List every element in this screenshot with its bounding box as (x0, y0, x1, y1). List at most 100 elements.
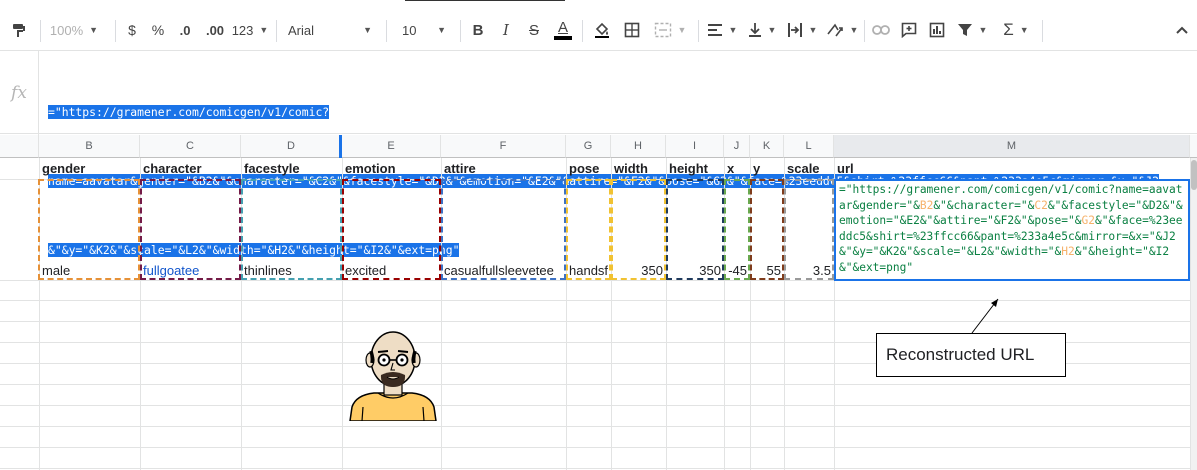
column-header-b[interactable]: B (39, 135, 140, 158)
bold-button[interactable]: B (468, 10, 488, 50)
column-header-l[interactable]: L (784, 135, 834, 158)
formula-bar-divider (38, 51, 39, 135)
header-cell-y[interactable]: y (750, 158, 784, 179)
header-cell-x[interactable]: x (724, 158, 750, 179)
functions-button[interactable]: Σ ▼ (998, 10, 1034, 50)
text-wrapping-icon[interactable]: ▼ (784, 10, 820, 50)
toolbar-divider (40, 20, 41, 42)
strikethrough-button[interactable]: S (524, 10, 544, 50)
sigma-icon: Σ (1003, 20, 1014, 39)
chevron-down-icon: ▼ (728, 25, 738, 35)
header-cell-gender[interactable]: gender (39, 158, 140, 179)
insert-chart-icon[interactable] (926, 10, 948, 50)
font-family-select[interactable]: Arial ▼ (284, 10, 376, 50)
column-header-f[interactable]: F (441, 135, 566, 158)
scrollbar-thumb[interactable] (1191, 160, 1197, 190)
cell-gender[interactable]: male (39, 262, 140, 279)
toolbar-divider (698, 20, 699, 42)
header-cell-width[interactable]: width (611, 158, 666, 179)
grid-line (0, 300, 1190, 301)
filter-icon[interactable]: ▼ (954, 10, 990, 50)
column-header-d[interactable]: D (241, 135, 342, 158)
formula-bar: fx ="https://gramener.com/comicgen/v1/co… (0, 50, 1197, 257)
borders-icon[interactable] (620, 10, 644, 50)
font-size-select[interactable]: 10 ▼ (394, 10, 454, 50)
header-cell-height[interactable]: height (666, 158, 724, 179)
grid-line (0, 468, 1190, 469)
cell-y[interactable]: 55 (750, 262, 784, 279)
grid-line (0, 426, 1190, 427)
column-header-m[interactable]: M (834, 135, 1190, 158)
cell-width[interactable]: 350 (611, 262, 666, 279)
paint-format-icon[interactable] (5, 10, 33, 50)
column-header-i[interactable]: I (666, 135, 724, 158)
toolbar-divider (460, 20, 461, 42)
formula-line-text: ="https://gramener.com/comicgen/v1/comic… (48, 105, 330, 119)
chevron-down-icon: ▼ (1019, 25, 1029, 35)
column-header-a[interactable] (0, 135, 39, 158)
header-cell-emotion[interactable]: emotion (342, 158, 441, 179)
comic-avatar-image[interactable] (348, 327, 438, 421)
grid-line (0, 384, 1190, 385)
vertical-scrollbar[interactable] (1190, 158, 1197, 470)
header-cell-url[interactable]: url (834, 158, 1190, 179)
more-formats-select[interactable]: 123 ▼ (231, 10, 269, 50)
insert-link-icon[interactable] (870, 10, 892, 50)
currency-button[interactable]: $ (122, 10, 142, 50)
collapse-toolbar-icon[interactable] (1172, 10, 1192, 50)
header-cell-pose[interactable]: pose (566, 158, 611, 179)
toolbar-divider (1042, 20, 1043, 42)
text-color-button[interactable]: A (552, 10, 574, 50)
percent-button[interactable]: % (148, 10, 168, 50)
header-cell-character[interactable]: character (140, 158, 241, 179)
column-header-h[interactable]: H (611, 135, 666, 158)
vertical-align-icon[interactable]: ▼ (744, 10, 780, 50)
column-header-k[interactable]: K (750, 135, 784, 158)
insert-comment-icon[interactable] (898, 10, 920, 50)
cell-facestyle[interactable]: thinlines (241, 262, 342, 279)
column-header-filler (1190, 135, 1197, 158)
header-cell-scale[interactable]: scale (784, 158, 834, 179)
column-header-e[interactable]: E (342, 135, 441, 158)
toolbar-divider (386, 20, 387, 42)
formula-ref-h2: H2 (1061, 245, 1075, 259)
column-header-c[interactable]: C (140, 135, 241, 158)
column-header-g[interactable]: G (566, 135, 611, 158)
formula-ref-c2: C2 (1034, 198, 1048, 212)
decrease-decimals-button[interactable]: .0 (174, 10, 196, 50)
grid-line (0, 405, 1190, 406)
more-formats-label: 123 (231, 22, 254, 38)
cell-pose[interactable]: handsf (566, 262, 611, 279)
fill-color-icon[interactable] (590, 10, 614, 50)
toolbar-divider (582, 20, 583, 42)
cell-url-formula[interactable]: ="https://gramener.com/comicgen/v1/comic… (834, 179, 1190, 281)
chevron-down-icon: ▼ (437, 25, 446, 35)
chevron-down-icon: ▼ (808, 25, 818, 35)
cell-character[interactable]: fullgoatee (140, 262, 241, 279)
formula-fragment: &"&character="& (933, 198, 1035, 212)
toolbar-divider (864, 20, 865, 42)
merge-cells-icon[interactable]: ▼ (650, 10, 690, 50)
header-cell-facestyle[interactable]: facestyle (241, 158, 342, 179)
chevron-down-icon: ▼ (978, 25, 988, 35)
header-cell-attire[interactable]: attire (441, 158, 566, 179)
cell-x[interactable]: -45 (724, 262, 750, 279)
column-resize-handle[interactable] (339, 135, 342, 158)
cell-height[interactable]: 350 (666, 262, 724, 279)
text-color-swatch (554, 36, 572, 40)
column-header-j[interactable]: J (724, 135, 750, 158)
fx-icon: fx (11, 83, 27, 103)
chevron-down-icon: ▼ (849, 25, 859, 35)
grid-line (0, 447, 1190, 448)
text-rotation-icon[interactable]: ▼ (824, 10, 860, 50)
cell-emotion[interactable]: excited (342, 262, 441, 279)
italic-button[interactable]: I (496, 10, 516, 50)
cell-scale[interactable]: 3.5 (784, 262, 834, 279)
chevron-down-icon: ▼ (767, 25, 777, 35)
horizontal-align-icon[interactable]: ▼ (704, 10, 740, 50)
cell-attire[interactable]: casualfullsleevetee (441, 262, 566, 279)
formula-line: ="https://gramener.com/comicgen/v1/comic… (48, 101, 1194, 124)
zoom-select[interactable]: 100% ▼ (48, 10, 100, 50)
chevron-down-icon: ▼ (363, 25, 372, 35)
increase-decimals-button[interactable]: .00 (202, 10, 228, 50)
